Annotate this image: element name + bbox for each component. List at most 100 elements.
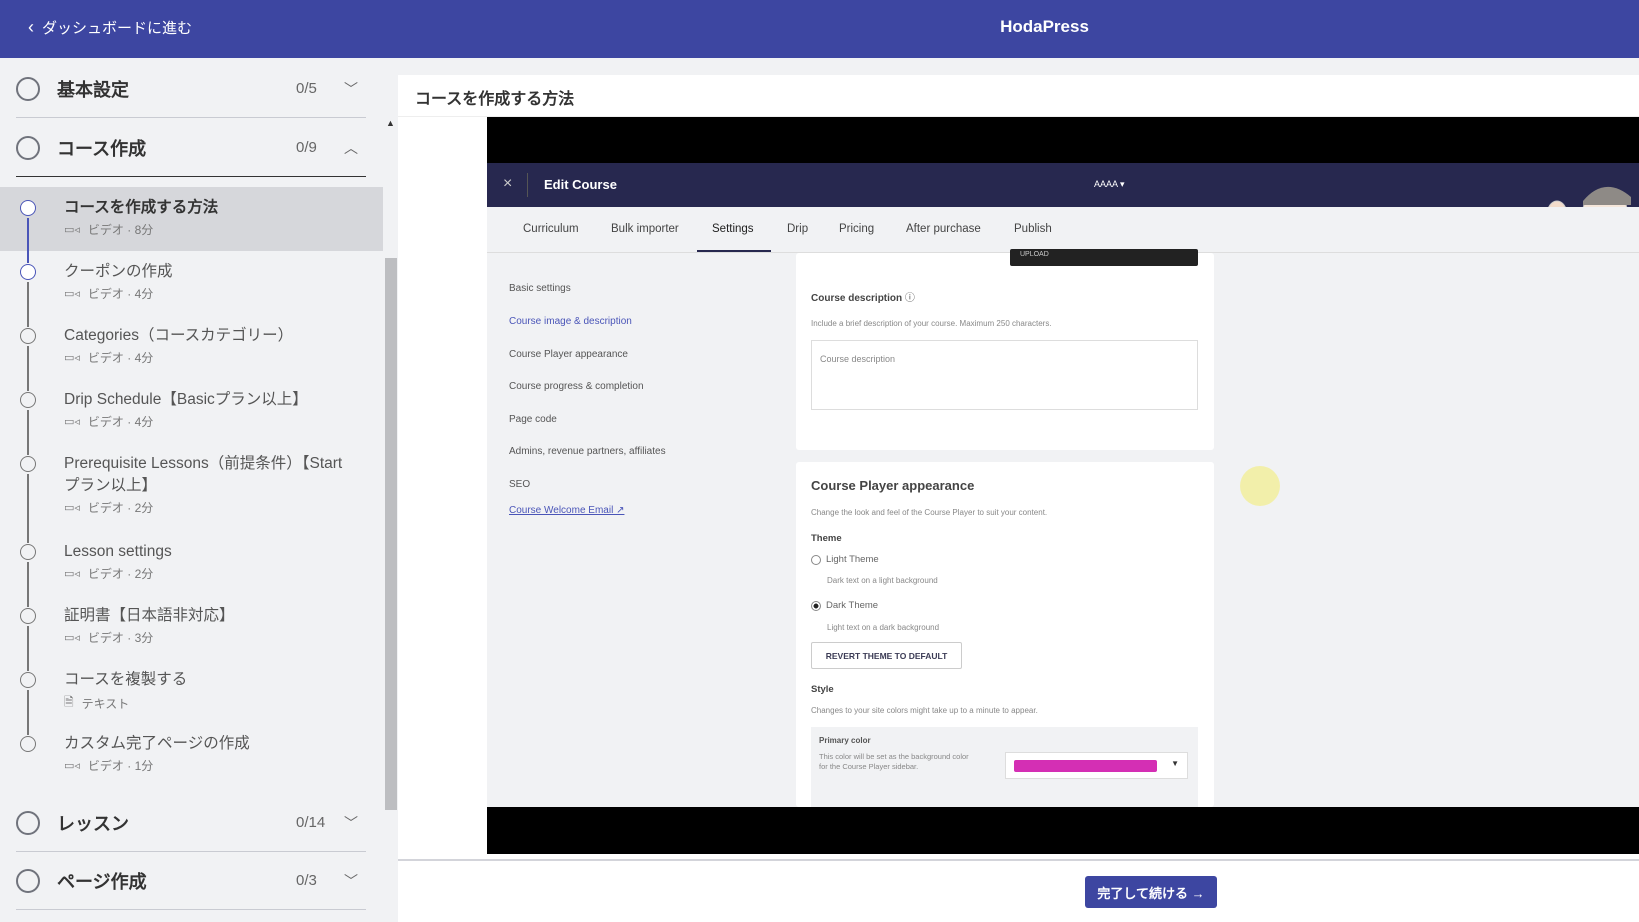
lesson-title: Prerequisite Lessons（前提条件）【Startプラン以上】 <box>64 455 343 494</box>
caret-down-icon: ▼ <box>1171 759 1179 768</box>
dark-theme-radio[interactable]: Dark Theme <box>811 600 878 611</box>
revert-theme-button[interactable]: REVERT THEME TO DEFAULT <box>811 642 962 669</box>
primary-color-help: This color will be set as the background… <box>819 752 969 771</box>
lesson-item[interactable]: カスタム完了ページの作成 ▭◃ ビデオ · 1分 <box>0 723 383 787</box>
progress-circle-icon <box>16 76 40 101</box>
video-icon: ▭◃ <box>64 502 80 514</box>
chevron-down-icon: ﹀ <box>344 814 358 831</box>
lesson-title: Categories（コースカテゴリー） <box>64 327 294 344</box>
lesson-item[interactable]: Lesson settings ▭◃ ビデオ · 2分 <box>0 531 383 607</box>
page-title: コースを作成する方法 <box>415 91 575 108</box>
description-help: Include a brief description of your cour… <box>811 319 1052 328</box>
tab-after-purchase[interactable]: After purchase <box>906 223 981 235</box>
lesson-item[interactable]: コースを複製する 🗎 テキスト <box>0 659 383 735</box>
upload-button[interactable]: UPLOAD <box>1010 249 1198 266</box>
complete-and-continue-button[interactable]: 完了して続ける → <box>1085 876 1217 908</box>
lesson-item[interactable]: Prerequisite Lessons（前提条件）【Startプラン以上】 ▭◃… <box>0 443 383 543</box>
course-tabs: Curriculum Bulk importer Settings Drip Prici… <box>487 207 1639 253</box>
video-player[interactable]: × Edit Course AAAA ▾ Curriculum Bulk impo… <box>487 117 1639 854</box>
lesson-status-circle-icon <box>20 328 36 344</box>
lesson-title: コースを作成する方法 <box>64 199 219 216</box>
lesson-item[interactable]: クーポンの作成 ▭◃ ビデオ · 4分 <box>0 251 383 327</box>
section-basic-settings[interactable]: 基本設定 0/5 ﹀ <box>16 60 366 118</box>
color-swatch <box>1014 760 1157 772</box>
lesson-item[interactable]: Categories（コースカテゴリー） ▭◃ ビデオ · 4分 <box>0 315 383 391</box>
tab-publish[interactable]: Publish <box>1014 223 1052 235</box>
tab-pricing[interactable]: Pricing <box>839 223 874 235</box>
radio-checked-icon <box>811 600 821 611</box>
lesson-meta: ▭◃ ビデオ · 4分 <box>64 415 154 429</box>
divider <box>527 173 528 197</box>
lesson-status-circle-icon <box>20 392 36 408</box>
close-icon: × <box>503 175 513 192</box>
lesson-title: 証明書【日本語非対応】 <box>64 607 235 624</box>
settings-nav-item[interactable]: Course Welcome Email ↗ <box>509 505 624 516</box>
lesson-content: コースを作成する方法 × Edit Course AAAA ▾ Curricul… <box>398 75 1639 922</box>
course-description-input[interactable]: Course description <box>811 340 1198 410</box>
video-icon: ▭◃ <box>64 632 80 644</box>
settings-nav-item[interactable]: Basic settings <box>509 283 571 294</box>
settings-nav-item[interactable]: Course progress & completion <box>509 381 644 392</box>
lesson-item[interactable]: 証明書【日本語非対応】 ▭◃ ビデオ · 3分 <box>0 595 383 671</box>
settings-nav-item[interactable]: Course Player appearance <box>509 349 628 360</box>
tab-bulk-importer[interactable]: Bulk importer <box>611 223 679 235</box>
lesson-title: クーポンの作成 <box>64 263 173 280</box>
settings-nav-item[interactable]: SEO <box>509 479 530 490</box>
tab-curriculum[interactable]: Curriculum <box>523 223 579 235</box>
settings-nav-item[interactable]: Page code <box>509 414 557 425</box>
appearance-title: Course Player appearance <box>811 478 975 493</box>
chevron-down-icon: ﹀ <box>344 80 358 97</box>
footer-divider <box>398 859 1639 861</box>
settings-body: Basic settings Course image & description… <box>487 249 1639 807</box>
info-icon: ⓘ <box>904 293 915 304</box>
video-icon: ▭◃ <box>64 568 80 580</box>
style-label: Style <box>811 684 834 695</box>
section-course-creation[interactable]: コース作成 0/9 ︿ <box>16 119 366 177</box>
lesson-meta: 🗎 テキスト <box>64 693 383 714</box>
settings-nav-item[interactable]: Course image & description <box>509 316 632 327</box>
lesson-title: Drip Schedule【Basicプラン以上】 <box>64 391 308 408</box>
sidebar-scrollbar[interactable] <box>385 258 397 810</box>
lesson-status-circle-icon <box>20 200 36 216</box>
lesson-status-circle-icon <box>20 672 36 688</box>
cursor-highlight <box>1240 466 1280 506</box>
style-help: Changes to your site colors might take u… <box>811 706 1038 715</box>
settings-nav-item[interactable]: Admins, revenue partners, affiliates <box>509 446 666 457</box>
text-document-icon: 🗎 <box>64 695 74 709</box>
video-icon: ▭◃ <box>64 352 80 364</box>
appearance-help: Change the look and feel of the Course P… <box>811 508 1048 517</box>
lesson-item[interactable]: コースを作成する方法 ▭◃ ビデオ · 8分 <box>0 187 383 263</box>
appearance-card: Course Player appearance Change the look… <box>796 462 1214 807</box>
primary-color-select[interactable]: ▼ <box>1005 752 1188 779</box>
lesson-status-circle-icon <box>20 544 36 560</box>
lesson-meta: ▭◃ ビデオ · 1分 <box>64 759 154 773</box>
description-card: UPLOAD Course description ⓘ Include a br… <box>796 249 1214 450</box>
section-lessons[interactable]: レッスン 0/14 ﹀ <box>16 794 366 852</box>
lesson-item[interactable]: Drip Schedule【Basicプラン以上】 ▭◃ ビデオ · 4分 <box>0 379 383 455</box>
progress-circle-icon <box>16 868 40 893</box>
light-theme-radio[interactable]: Light Theme <box>811 554 879 565</box>
tab-drip[interactable]: Drip <box>787 223 808 235</box>
lesson-meta: ▭◃ ビデオ · 4分 <box>64 287 154 301</box>
lesson-meta: ▭◃ ビデオ · 2分 <box>64 567 154 581</box>
scroll-up-arrow[interactable]: ▲ <box>386 118 395 128</box>
section-page-creation[interactable]: ページ作成 0/3 ﹀ <box>16 852 366 910</box>
tab-settings[interactable]: Settings <box>712 223 754 235</box>
lesson-title: カスタム完了ページの作成 <box>64 735 250 752</box>
video-icon: ▭◃ <box>64 760 80 772</box>
lesson-status-circle-icon <box>20 456 36 472</box>
chevron-up-icon: ︿ <box>344 139 358 156</box>
progress-circle-icon <box>16 135 40 160</box>
dark-theme-help: Light text on a dark background <box>827 623 940 632</box>
light-theme-help: Dark text on a light background <box>827 576 938 585</box>
video-icon: ▭◃ <box>64 288 80 300</box>
lesson-meta: ▭◃ ビデオ · 4分 <box>64 351 154 365</box>
lesson-meta: ▭◃ ビデオ · 8分 <box>64 223 154 237</box>
lesson-meta: ▭◃ ビデオ · 3分 <box>64 631 154 645</box>
lesson-title: コースを複製する <box>64 671 188 688</box>
active-tab-indicator <box>697 250 771 252</box>
curriculum-sidebar: ▲ 基本設定 0/5 ﹀ コース作成 0/9 ︿ コースを作成する方法 ▭◃ ビデオ · 8… <box>0 58 398 922</box>
edit-course-header: × Edit Course AAAA ▾ <box>487 163 1639 234</box>
account-menu: AAAA ▾ <box>1094 179 1125 189</box>
lesson-meta: ▭◃ ビデオ · 2分 <box>64 501 154 515</box>
